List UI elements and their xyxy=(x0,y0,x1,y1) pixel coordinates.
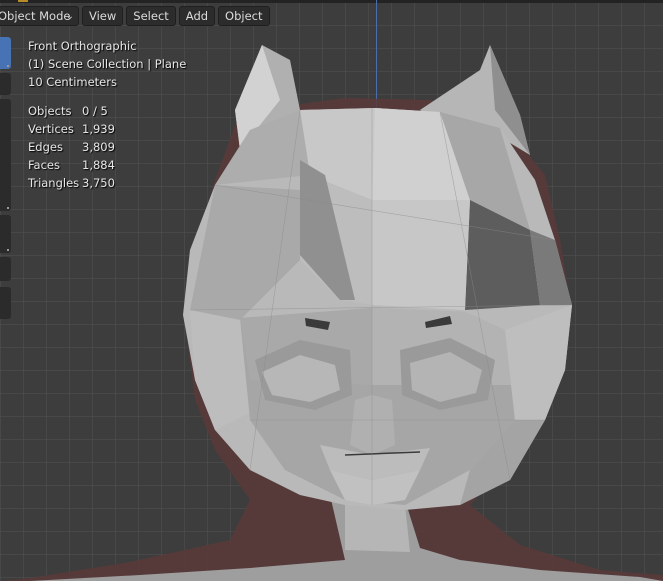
menu-object[interactable]: Object xyxy=(218,6,270,26)
mode-selector[interactable]: Object Mode ⌄ xyxy=(0,6,79,26)
menu-select[interactable]: Select xyxy=(126,6,176,26)
tool-annotate[interactable] xyxy=(0,215,11,253)
tool-cursor[interactable] xyxy=(0,73,11,95)
chevron-down-icon: ⌄ xyxy=(65,11,74,22)
viewport-header: Object Mode ⌄ View Select Add Object xyxy=(0,6,270,26)
tool-transform-group[interactable] xyxy=(0,99,11,211)
tool-select-box[interactable] xyxy=(0,37,11,69)
tool-add-cube[interactable] xyxy=(0,287,11,319)
viewport-info-overlay: Front Orthographic (1) Scene Collection … xyxy=(28,37,186,192)
stat-label: Objects xyxy=(28,104,72,118)
collection-info: (1) Scene Collection | Plane xyxy=(28,57,187,71)
tool-shelf xyxy=(0,37,11,323)
menu-add[interactable]: Add xyxy=(178,6,216,26)
mesh-bangs-right xyxy=(372,200,470,310)
stat-label: Triangles xyxy=(28,176,80,190)
mode-selector-label: Object Mode xyxy=(0,9,71,23)
stat-value: 3,809 xyxy=(82,140,115,154)
stat-label: Vertices xyxy=(28,122,74,136)
stat-value: 1,884 xyxy=(82,158,115,172)
tool-measure[interactable] xyxy=(0,257,11,281)
stat-row: Triangles 3,750 xyxy=(28,174,186,192)
tool-group-indicator xyxy=(7,207,9,209)
view-name: Front Orthographic xyxy=(28,39,137,53)
scene-statistics: Objects 0 / 5 Vertices 1,939 Edges 3,809… xyxy=(28,102,186,192)
3d-viewport[interactable]: Object Mode ⌄ View Select Add Object Fro… xyxy=(0,0,663,581)
mesh-neck xyxy=(345,505,410,552)
stat-value: 1,939 xyxy=(82,122,115,136)
stat-row: Objects 0 / 5 xyxy=(28,102,186,120)
stat-label: Edges xyxy=(28,140,63,154)
stat-value: 3,750 xyxy=(82,176,115,190)
stat-label: Faces xyxy=(28,158,60,172)
mesh-nose xyxy=(350,395,395,455)
menu-view[interactable]: View xyxy=(82,6,124,26)
stat-value: 0 / 5 xyxy=(82,104,108,118)
stat-row: Vertices 1,939 xyxy=(28,120,186,138)
stat-row: Faces 1,884 xyxy=(28,156,186,174)
grid-scale: 10 Centimeters xyxy=(28,75,117,89)
stat-row: Edges 3,809 xyxy=(28,138,186,156)
